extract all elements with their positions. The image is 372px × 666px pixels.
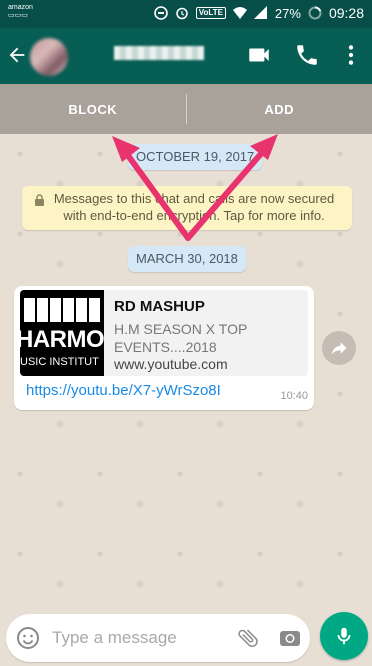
forward-icon xyxy=(331,342,347,355)
date-divider: MARCH 30, 2018 xyxy=(128,246,246,272)
back-arrow-icon[interactable] xyxy=(6,44,28,66)
video-call-icon[interactable] xyxy=(246,42,272,68)
wifi-icon xyxy=(232,7,247,19)
message-time: 10:40 xyxy=(280,390,308,402)
preview-description: H.M SEASON X TOP EVENTS....2018 xyxy=(114,321,248,355)
status-icons: VoLTE 27% 09:28 xyxy=(153,5,364,21)
lock-icon xyxy=(35,194,44,206)
encryption-notice-text: Messages to this chat and calls are now … xyxy=(53,191,335,223)
clock: 09:28 xyxy=(328,5,364,21)
battery-ring-icon xyxy=(308,6,322,20)
thumbnail-subtext: USIC INSTITUT xyxy=(20,356,99,368)
amazon-icon: amazon ▭▭▭ xyxy=(8,4,33,19)
thumbnail-text: HARMON xyxy=(20,326,104,353)
signal-icon xyxy=(253,6,267,19)
emoji-icon[interactable] xyxy=(16,626,40,650)
piano-keys-graphic xyxy=(24,298,100,322)
message-input[interactable] xyxy=(52,624,232,652)
message-link[interactable]: https://youtu.be/X7-yWrSzo8I xyxy=(26,382,221,399)
app-bar xyxy=(0,28,372,84)
contact-avatar[interactable] xyxy=(30,38,68,76)
circle-notification-icon xyxy=(153,6,168,20)
attach-icon[interactable] xyxy=(236,626,260,650)
volte-badge: VoLTE xyxy=(195,7,226,19)
status-bar: amazon ▭▭▭ VoLTE 27% 09:28 xyxy=(0,0,372,28)
date-divider: OCTOBER 19, 2017 xyxy=(128,144,263,170)
message-bubble[interactable]: HARMON USIC INSTITUT RD MASHUP H.M SEASO… xyxy=(14,286,314,410)
encryption-notice[interactable]: Messages to this chat and calls are now … xyxy=(22,186,352,230)
more-vert-icon[interactable] xyxy=(338,42,364,68)
contact-name[interactable] xyxy=(114,46,204,60)
link-preview[interactable]: HARMON USIC INSTITUT RD MASHUP H.M SEASO… xyxy=(20,290,308,376)
camera-icon[interactable] xyxy=(278,626,302,650)
mic-icon xyxy=(337,627,351,645)
unknown-contact-actions: BLOCK ADD xyxy=(0,84,372,134)
phone-icon[interactable] xyxy=(294,42,320,68)
preview-thumbnail: HARMON USIC INSTITUT xyxy=(20,290,104,376)
block-button[interactable]: BLOCK xyxy=(0,102,186,117)
message-composer xyxy=(6,614,310,662)
mic-button[interactable] xyxy=(320,612,368,660)
alarm-icon xyxy=(176,7,188,20)
battery-percent: 27% xyxy=(274,5,301,21)
add-button[interactable]: ADD xyxy=(187,102,372,117)
preview-title: RD MASHUP xyxy=(114,298,205,315)
forward-button[interactable] xyxy=(322,331,356,365)
preview-site: www.youtube.com xyxy=(114,356,228,372)
